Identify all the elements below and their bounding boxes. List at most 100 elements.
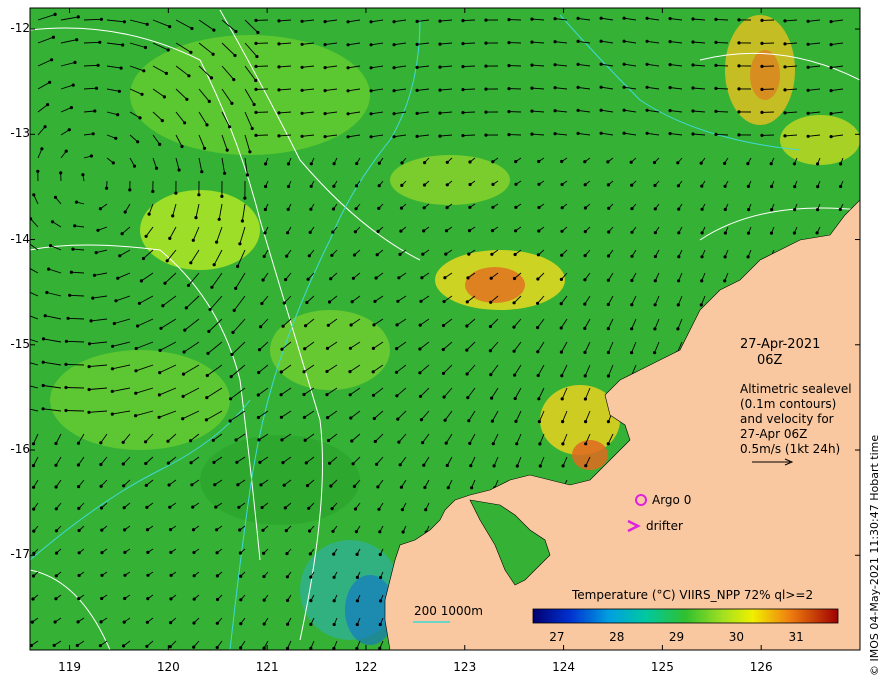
velocity-arrowhead bbox=[300, 88, 304, 92]
velocity-arrowhead bbox=[465, 300, 469, 304]
velocity-arrowhead bbox=[398, 252, 402, 256]
velocity-arrowhead bbox=[255, 54, 259, 59]
velocity-arrowhead bbox=[220, 194, 224, 198]
velocity-arrowhead bbox=[537, 397, 541, 401]
velocity-arrowhead bbox=[205, 123, 209, 127]
velocity-arrowhead bbox=[583, 302, 587, 306]
velocity-arrowhead bbox=[815, 231, 819, 235]
velocity-arrow bbox=[65, 363, 85, 366]
velocity-arrowhead bbox=[378, 552, 382, 557]
velocity-arrowhead bbox=[146, 573, 150, 577]
velocity-arrowhead bbox=[512, 276, 517, 281]
velocity-arrowhead bbox=[121, 43, 125, 47]
velocity-arrowhead bbox=[43, 314, 47, 318]
velocity-arrowhead bbox=[467, 229, 472, 233]
velocity-arrowhead bbox=[677, 279, 681, 283]
velocity-arrowhead bbox=[285, 646, 290, 650]
velocity-arrowhead bbox=[829, 43, 833, 47]
velocity-arrowhead bbox=[75, 643, 79, 648]
velocity-arrowhead bbox=[530, 17, 534, 21]
velocity-arrowhead bbox=[369, 112, 373, 116]
velocity-arrowhead bbox=[19, 382, 22, 385]
velocity-arrowhead bbox=[41, 337, 46, 341]
velocity-arrowhead bbox=[145, 22, 149, 26]
velocity-arrowhead bbox=[399, 485, 403, 489]
velocity-arrowhead bbox=[419, 418, 423, 422]
velocity-arrowhead bbox=[50, 220, 55, 224]
velocity-arrowhead bbox=[254, 64, 258, 68]
velocity-arrow bbox=[715, 64, 729, 67]
velocity-arrowhead bbox=[714, 86, 718, 90]
velocity-arrowhead bbox=[583, 326, 587, 330]
velocity-arrowhead bbox=[157, 415, 161, 419]
velocity-arrowhead bbox=[185, 97, 189, 101]
velocity-arrowhead bbox=[308, 552, 312, 556]
velocity-arrowhead bbox=[783, 65, 787, 69]
velocity-arrowhead bbox=[25, 265, 28, 268]
velocity-arrowhead bbox=[467, 252, 471, 256]
lat-tick-label: -15 bbox=[10, 336, 30, 351]
velocity-arrowhead bbox=[40, 147, 44, 151]
velocity-arrowhead bbox=[392, 135, 396, 139]
velocity-arrowhead bbox=[438, 42, 442, 46]
velocity-arrowhead bbox=[236, 483, 240, 487]
velocity-arrowhead bbox=[286, 598, 290, 603]
velocity-arrowhead bbox=[215, 574, 219, 578]
velocity-arrowhead bbox=[376, 485, 380, 489]
velocity-arrowhead bbox=[309, 184, 313, 188]
velocity-arrowhead bbox=[513, 252, 517, 257]
velocity-arrowhead bbox=[43, 125, 47, 129]
velocity-arrowhead bbox=[507, 87, 511, 91]
velocity-arrowhead bbox=[418, 394, 423, 398]
velocity-arrowhead bbox=[652, 160, 657, 165]
velocity-arrowhead bbox=[783, 42, 787, 46]
velocity-arrowhead bbox=[308, 529, 312, 533]
velocity-arrowhead bbox=[369, 43, 373, 47]
drifter-label: drifter bbox=[646, 519, 683, 533]
velocity-arrowhead bbox=[583, 254, 587, 258]
velocity-arrowhead bbox=[514, 160, 518, 164]
velocity-arrowhead bbox=[77, 573, 81, 578]
velocity-arrowhead bbox=[281, 461, 285, 465]
velocity-arrowhead bbox=[353, 230, 357, 234]
velocity-arrowhead bbox=[142, 69, 146, 73]
velocity-arrowhead bbox=[806, 42, 810, 46]
velocity-arrowhead bbox=[197, 193, 201, 197]
velocity-arrowhead bbox=[355, 552, 359, 557]
velocity-arrowhead bbox=[279, 393, 283, 397]
velocity-arrowhead bbox=[93, 109, 97, 113]
velocity-arrowhead bbox=[395, 394, 399, 398]
velocity-arrowhead bbox=[189, 461, 193, 465]
lat-tick-label: -14 bbox=[10, 231, 30, 246]
velocity-arrowhead bbox=[99, 484, 103, 488]
velocity-arrowhead bbox=[645, 85, 649, 89]
velocity-arrowhead bbox=[192, 621, 196, 625]
velocity-arrowhead bbox=[723, 161, 727, 165]
velocity-arrowhead bbox=[309, 162, 313, 166]
velocity-arrowhead bbox=[444, 252, 448, 256]
lon-tick-label: 126 bbox=[749, 660, 773, 674]
velocity-arrowhead bbox=[838, 207, 842, 212]
velocity-arrowhead bbox=[92, 273, 97, 277]
velocity-arrowhead bbox=[760, 18, 764, 22]
velocity-arrowhead bbox=[158, 348, 162, 352]
velocity-arrowhead bbox=[583, 397, 588, 401]
velocity-arrowhead bbox=[700, 231, 704, 235]
velocity-arrowhead bbox=[161, 304, 165, 308]
velocity-arrowhead bbox=[421, 441, 425, 445]
velocity-arrowhead bbox=[461, 19, 465, 23]
velocity-arrowhead bbox=[769, 162, 773, 166]
velocity-arrowhead bbox=[53, 195, 58, 199]
velocity-arrowhead bbox=[157, 393, 161, 397]
velocity-arrowhead bbox=[94, 251, 98, 255]
velocity-arrowhead bbox=[622, 39, 626, 43]
velocity-arrowhead bbox=[438, 88, 442, 92]
velocity-arrowhead bbox=[168, 505, 172, 509]
velocity-arrowhead bbox=[279, 415, 283, 419]
velocity-arrowhead bbox=[277, 19, 281, 23]
velocity-arrowhead bbox=[248, 150, 252, 154]
velocity-arrowhead bbox=[76, 620, 80, 624]
velocity-arrowhead bbox=[331, 230, 335, 234]
velocity-arrowhead bbox=[401, 530, 405, 534]
velocity-arrowhead bbox=[181, 372, 186, 376]
